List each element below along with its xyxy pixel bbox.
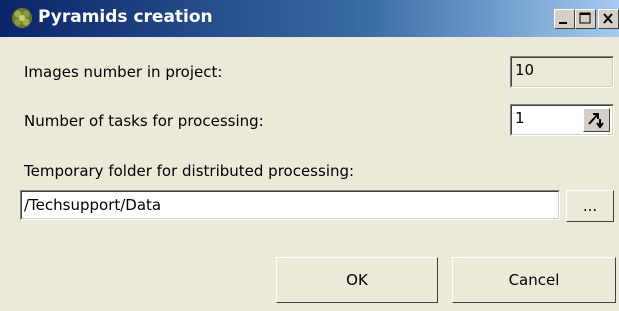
tasks-label: Number of tasks for processing: — [24, 112, 264, 130]
browse-button[interactable]: ... — [566, 190, 614, 222]
temp-folder-value[interactable]: /Techsupport/Data — [24, 196, 161, 214]
temp-folder-label: Temporary folder for distributed process… — [24, 162, 355, 180]
spin-arrows-icon — [588, 113, 604, 129]
minimize-icon — [559, 22, 567, 24]
images-number-value: 10 — [515, 61, 535, 79]
minimize-button[interactable] — [554, 9, 575, 29]
tasks-spinbox[interactable]: 1 — [510, 104, 614, 136]
pyramids-creation-dialog: Pyramids creation Images number in proje… — [0, 0, 619, 311]
maximize-button[interactable] — [575, 9, 596, 29]
pyramid-app-icon — [12, 8, 32, 28]
cancel-button-label: Cancel — [508, 271, 560, 289]
close-button[interactable] — [598, 9, 619, 29]
tasks-spin-button[interactable] — [583, 108, 610, 132]
images-number-label: Images number in project: — [24, 63, 223, 81]
cancel-button[interactable]: Cancel — [452, 257, 616, 303]
temp-folder-input[interactable]: /Techsupport/Data — [20, 190, 560, 220]
ok-button[interactable]: OK — [276, 257, 438, 303]
tasks-value[interactable]: 1 — [515, 109, 525, 127]
maximize-icon — [579, 12, 591, 24]
images-number-field: 10 — [510, 56, 614, 88]
ok-button-label: OK — [346, 271, 368, 289]
close-icon — [603, 13, 613, 24]
title-bar[interactable]: Pyramids creation — [0, 0, 619, 37]
browse-button-label: ... — [582, 197, 598, 215]
window-title: Pyramids creation — [38, 7, 213, 27]
